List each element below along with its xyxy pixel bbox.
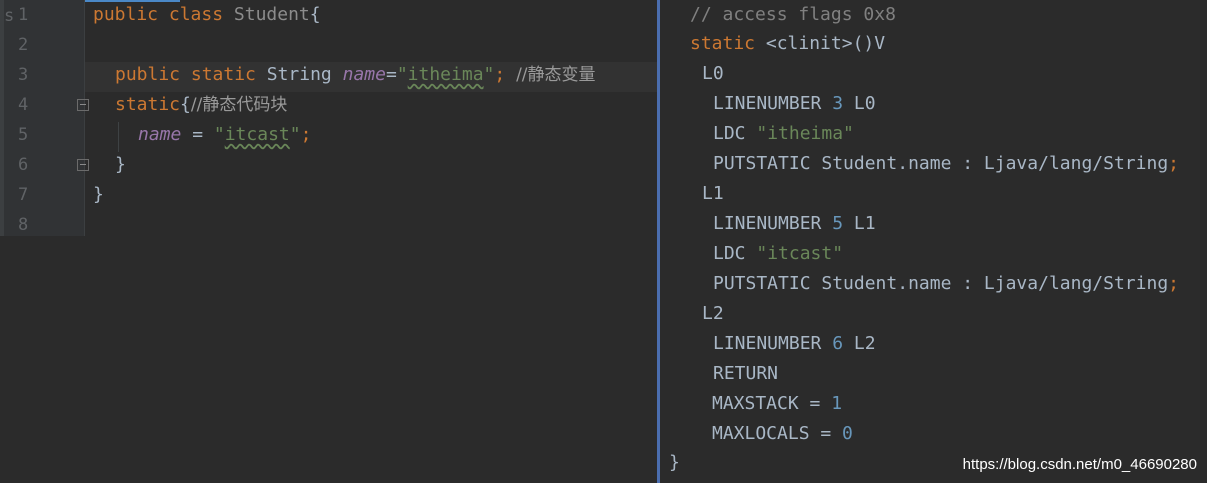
line-num-value: 5 [832, 213, 844, 234]
open-brace: { [180, 94, 191, 115]
string-literal-itcast: itcast [224, 124, 290, 145]
source-editor[interactable]: s 1 2 3 4 5 6 7 8 public class Student{ … [0, 0, 657, 236]
quote-open: " [396, 64, 408, 85]
putstatic-text: PUTSTATIC Student.name : Ljava/lang/Stri… [713, 273, 1169, 294]
line-number: 5 [18, 125, 29, 145]
field-name: name [342, 64, 386, 85]
assign-op: = [181, 124, 214, 145]
label-ref: L0 [853, 93, 876, 114]
keyword-static: static [115, 94, 181, 115]
opcode: LINENUMBER [713, 213, 822, 234]
line-num-value: 3 [832, 93, 844, 114]
quote-close: " [289, 124, 301, 145]
maxstack-value: 1 [831, 393, 843, 414]
semicolon: ; [1168, 273, 1179, 294]
line-number: 6 [18, 155, 29, 175]
string-literal-itheima: itheima [407, 64, 484, 85]
keyword-public: public [93, 4, 159, 25]
bytecode-putstatic: PUTSTATIC Student.name : Ljava/lang/Stri… [713, 149, 1179, 179]
keyword-static: static [190, 64, 256, 85]
type-string: String [266, 64, 332, 85]
source-editor-pane[interactable]: s 1 2 3 4 5 6 7 8 public class Student{ … [0, 0, 657, 483]
bytecode-method-signature: static <clinit>()V [690, 29, 885, 59]
comment-static-block: //静态代码块 [190, 95, 288, 115]
assign-op: = [385, 64, 397, 85]
bytecode-return: RETURN [713, 363, 779, 384]
bytecode-viewer-pane[interactable]: // access flags 0x8 static <clinit>()V L… [660, 0, 1207, 483]
line-number: 3 [18, 65, 29, 85]
comment-static-variable: //静态变量 [516, 65, 596, 85]
keyword-public: public [115, 64, 181, 85]
bytecode-maxlocals: MAXLOCALS = 0 [712, 419, 853, 449]
bytecode-maxstack: MAXSTACK = 1 [712, 389, 842, 419]
close-brace: } [93, 184, 104, 205]
bytecode-label-l0: L0 [702, 63, 724, 84]
class-name: Student [233, 4, 310, 25]
ldc-string-itheima: "itheima" [756, 123, 854, 144]
line-number: 7 [18, 185, 29, 205]
method-clinit: <clinit>()V [755, 33, 886, 54]
opcode: LDC [713, 123, 746, 144]
bytecode-ldc: LDC "itcast" [713, 239, 843, 269]
opcode: LINENUMBER [713, 333, 822, 354]
bytecode-linenumber: LINENUMBER 5 L1 [713, 209, 876, 239]
fold-collapse-icon[interactable] [77, 99, 89, 111]
label-ref: L2 [853, 333, 876, 354]
field-name: name [138, 124, 182, 145]
maxlocals-label: MAXLOCALS = [712, 423, 843, 444]
code-line-6[interactable]: } [115, 150, 126, 180]
quote-close: " [483, 64, 495, 85]
bytecode-putstatic: PUTSTATIC Student.name : Ljava/lang/Stri… [713, 269, 1179, 299]
line-number: 8 [18, 215, 29, 235]
code-line-7[interactable]: } [93, 180, 104, 210]
bytecode-linenumber: LINENUMBER 3 L0 [713, 89, 876, 119]
maxlocals-value: 0 [842, 423, 853, 444]
bytecode-access-flags-comment: // access flags 0x8 [690, 4, 896, 25]
keyword-static: static [690, 33, 756, 54]
bytecode-label-l1: L1 [702, 183, 724, 204]
code-line-3[interactable]: public static String name="itheima"; //静… [115, 60, 596, 90]
code-line-4[interactable]: static{//静态代码块 [115, 90, 287, 120]
opcode: LINENUMBER [713, 93, 822, 114]
open-brace: { [309, 4, 321, 25]
fold-end-icon[interactable] [77, 159, 89, 171]
putstatic-text: PUTSTATIC Student.name : Ljava/lang/Stri… [713, 153, 1169, 174]
semicolon: ; [300, 124, 312, 145]
label-ref: L1 [853, 213, 876, 234]
semicolon: ; [494, 64, 506, 85]
close-brace: } [115, 154, 126, 175]
bytecode-ldc: LDC "itheima" [713, 119, 854, 149]
line-number: 2 [18, 35, 29, 55]
opcode: LDC [713, 243, 746, 264]
line-num-value: 6 [832, 333, 844, 354]
ldc-string-itcast: "itcast" [756, 243, 844, 264]
code-line-5[interactable]: name = "itcast"; [138, 120, 311, 150]
gutter-edge [0, 0, 4, 236]
semicolon: ; [1168, 153, 1179, 174]
watermark-url: https://blog.csdn.net/m0_46690280 [962, 456, 1197, 473]
line-number: 4 [18, 95, 29, 115]
bytecode-closing-brace: } [669, 452, 680, 473]
gutter-fragment: s [4, 6, 15, 26]
bytecode-linenumber: LINENUMBER 6 L2 [713, 329, 876, 359]
bytecode-label-l2: L2 [702, 303, 724, 324]
keyword-class: class [168, 4, 224, 25]
line-number: 1 [18, 5, 29, 25]
indent-guide [118, 122, 119, 152]
maxstack-label: MAXSTACK = [712, 393, 832, 414]
quote-open: " [213, 124, 225, 145]
code-line-1[interactable]: public class Student{ [93, 0, 321, 30]
